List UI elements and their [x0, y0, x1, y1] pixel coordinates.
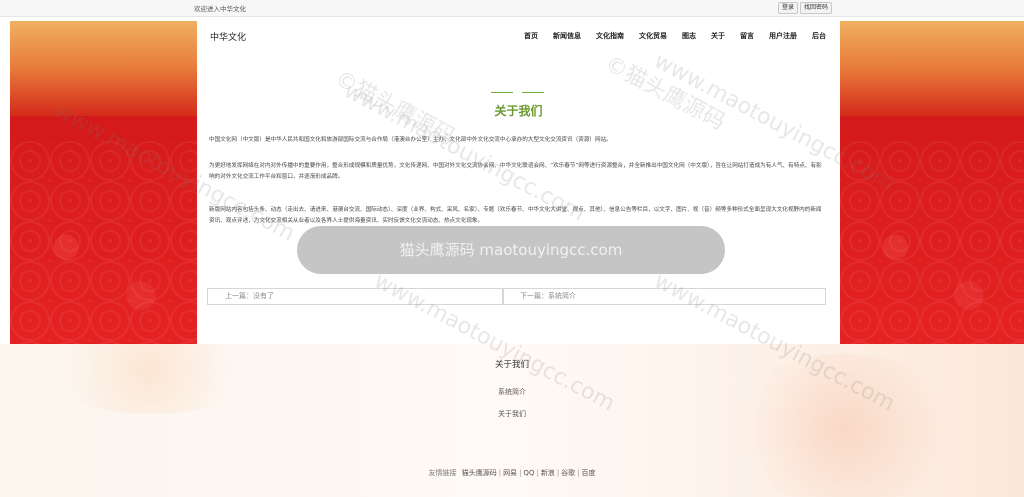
footer-link-about[interactable]: 关于我们	[0, 409, 1024, 419]
nav-gallery[interactable]: 图志	[682, 31, 696, 41]
left-festive-banner	[10, 21, 197, 344]
top-bar: 欢迎进入中华文化 登录 找回密码	[0, 0, 1024, 17]
friend-link[interactable]: 新浪	[541, 469, 555, 477]
right-banner-sky	[840, 21, 1024, 116]
welcome-text: 欢迎进入中华文化	[194, 5, 246, 13]
nav-culture-trade[interactable]: 文化贸易	[639, 31, 667, 41]
footer: 关于我们 系统简介 关于我们 友情链接 猫头鹰源码 | 网易 | QQ | 新浪 | 谷歌 | 百度	[0, 344, 1024, 497]
nav-culture-guide[interactable]: 文化指南	[596, 31, 624, 41]
friend-link[interactable]: 猫头鹰源码	[462, 469, 497, 477]
friend-link[interactable]: 网易	[503, 469, 517, 477]
next-article-link[interactable]: 下一篇：系统简介	[502, 288, 826, 305]
footer-link-intro[interactable]: 系统简介	[0, 387, 1024, 397]
friend-link[interactable]: QQ	[523, 469, 534, 477]
main-panel: 中华文化 首页 新闻信息 文化指南 文化贸易 图志 关于 留言 用户注册 后台 …	[197, 21, 840, 344]
nav-message[interactable]: 留言	[740, 31, 754, 41]
friend-link[interactable]: 百度	[582, 469, 596, 477]
login-button[interactable]: 登录	[778, 2, 799, 14]
prev-article-link[interactable]: 上一篇：没有了	[207, 288, 504, 305]
friend-links: 友情链接 猫头鹰源码 | 网易 | QQ | 新浪 | 谷歌 | 百度	[428, 469, 596, 477]
nav-about[interactable]: 关于	[711, 31, 725, 41]
nav-register[interactable]: 用户注册	[769, 31, 797, 41]
right-banner-pattern	[840, 141, 1024, 344]
title-divider	[491, 92, 544, 94]
main-nav: 首页 新闻信息 文化指南 文化贸易 图志 关于 留言 用户注册 后台	[524, 31, 826, 41]
friend-links-label: 友情链接	[428, 469, 457, 477]
site-logo[interactable]: 中华文化	[210, 30, 246, 43]
nav-admin[interactable]: 后台	[812, 31, 826, 41]
friend-link[interactable]: 谷歌	[561, 469, 575, 477]
nav-home[interactable]: 首页	[524, 31, 538, 41]
nav-news[interactable]: 新闻信息	[553, 31, 581, 41]
footer-title: 关于我们	[494, 360, 529, 370]
content-paragraph: 中国文化网（中文版）是中华人民共和国文化和旅游部国际交流与合作局（港澳台办公室）…	[209, 137, 612, 143]
right-festive-banner	[840, 21, 1024, 344]
content-paragraph: 为更好地发挥网络在对内对外传播中的重要作用，整合形成规模和质量优势，文化传递网、…	[209, 163, 822, 180]
footer-decoration	[40, 344, 260, 414]
content-paragraph: 新版网站内容包括头条、动态（走出去、请进来、港澳台交流、国际动态）、深度（业界、…	[209, 207, 822, 224]
recover-password-button[interactable]: 找回密码	[800, 2, 833, 14]
page-title: 关于我们	[494, 104, 543, 118]
left-banner-pattern	[10, 141, 197, 344]
left-banner-sky	[10, 21, 197, 116]
